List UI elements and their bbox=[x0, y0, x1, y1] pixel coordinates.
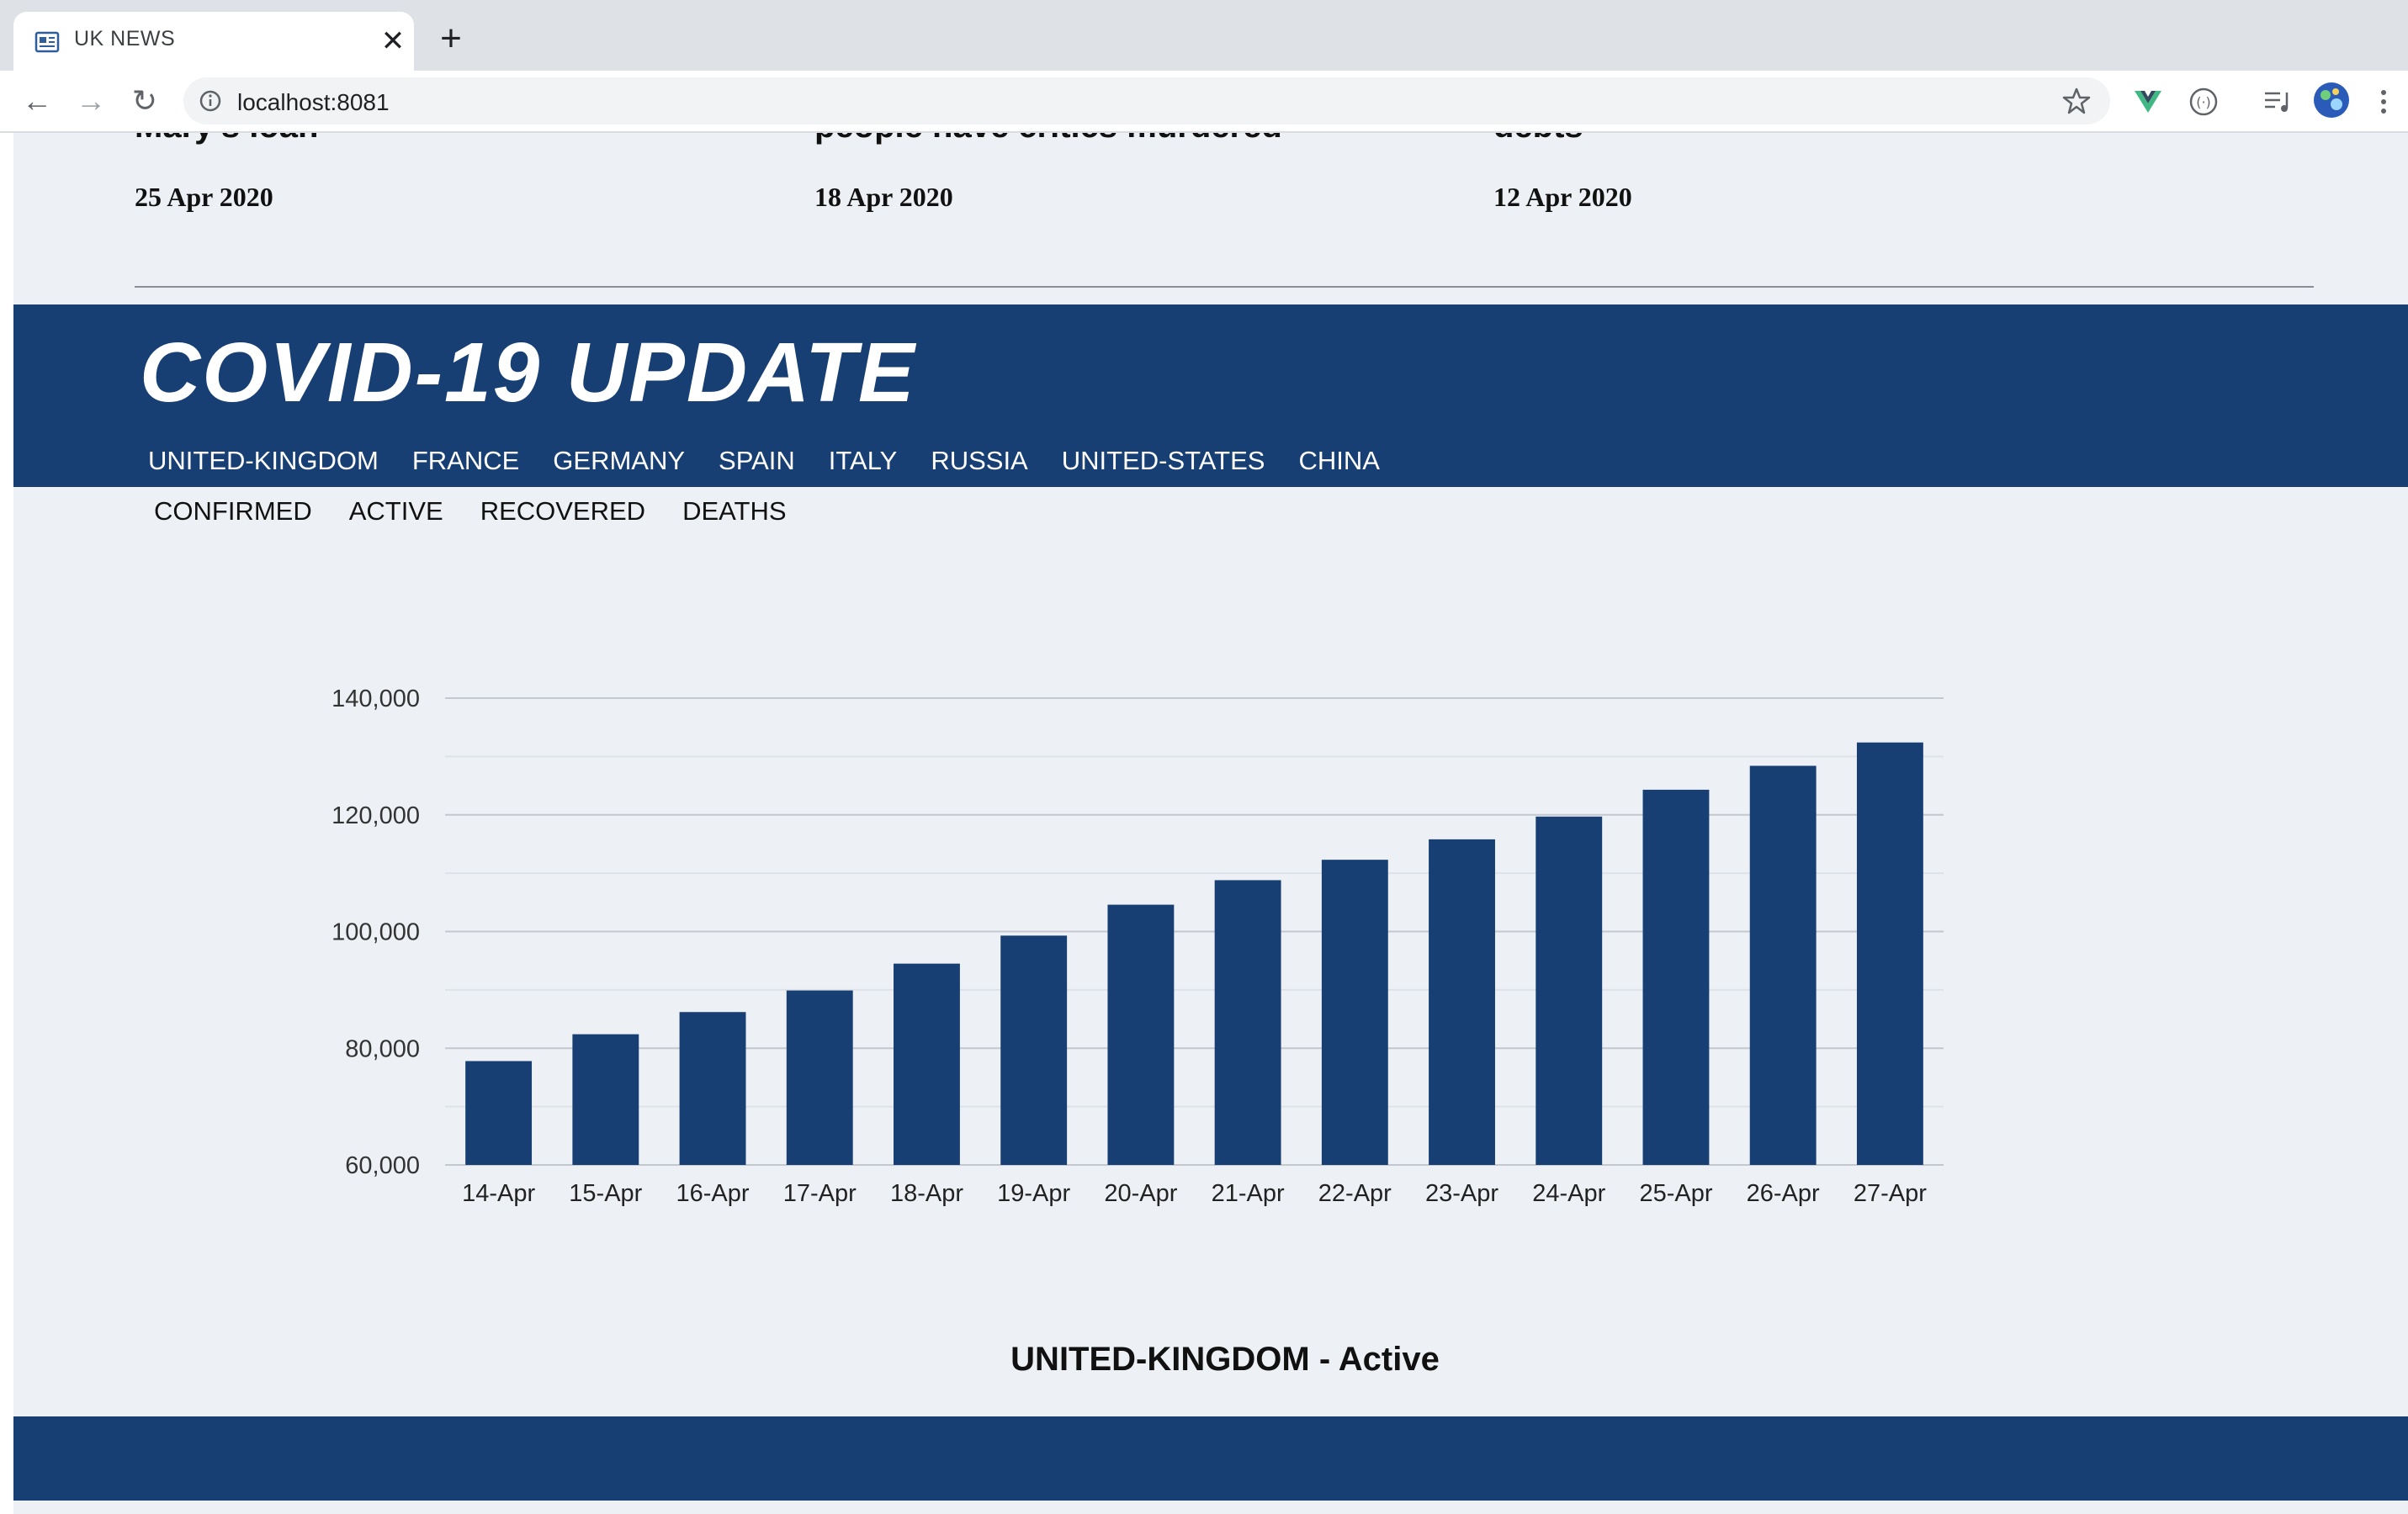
bar bbox=[1429, 839, 1495, 1165]
browser-tabstrip: UK NEWS ✕ + bbox=[0, 0, 2408, 71]
bar bbox=[465, 1061, 533, 1165]
x-tick-label: 20-Apr bbox=[1104, 1180, 1177, 1207]
bar bbox=[894, 963, 960, 1165]
browser-tab[interactable]: UK NEWS ✕ bbox=[13, 12, 414, 71]
bar bbox=[1642, 789, 1710, 1165]
x-tick-label: 25-Apr bbox=[1639, 1180, 1712, 1207]
x-tick-label: 14-Apr bbox=[462, 1180, 535, 1207]
bar bbox=[572, 1034, 639, 1165]
x-tick-label: 19-Apr bbox=[997, 1180, 1070, 1207]
forward-icon[interactable]: → bbox=[72, 82, 109, 119]
url-text[interactable]: localhost:8081 bbox=[237, 89, 390, 116]
media-controls-icon[interactable] bbox=[2262, 86, 2294, 118]
bar bbox=[1214, 880, 1281, 1165]
x-tick-label: 17-Apr bbox=[783, 1180, 857, 1207]
x-tick-label: 27-Apr bbox=[1854, 1180, 1927, 1207]
reload-icon[interactable]: ↻ bbox=[126, 82, 163, 119]
back-icon[interactable]: ← bbox=[19, 82, 56, 119]
bar bbox=[1535, 816, 1603, 1165]
y-tick-label: 100,000 bbox=[331, 919, 420, 946]
bar bbox=[1856, 742, 1923, 1165]
tab-close-icon[interactable]: ✕ bbox=[377, 25, 409, 57]
y-tick-label: 80,000 bbox=[345, 1035, 420, 1062]
newspaper-icon bbox=[34, 31, 60, 53]
x-tick-label: 22-Apr bbox=[1318, 1180, 1392, 1207]
address-bar[interactable]: localhost:8081 bbox=[183, 77, 2110, 124]
bar bbox=[786, 990, 853, 1165]
tab-title: UK NEWS bbox=[74, 27, 176, 50]
x-tick-label: 26-Apr bbox=[1747, 1180, 1820, 1207]
y-tick-label: 60,000 bbox=[345, 1152, 420, 1179]
vue-devtools-icon[interactable] bbox=[2132, 86, 2164, 118]
bar bbox=[1749, 765, 1817, 1165]
footer-bar bbox=[13, 1416, 2408, 1501]
browser-toolbar: ← → ↻ localhost:8081 (·) bbox=[0, 71, 2408, 133]
bookmark-star-icon[interactable] bbox=[2061, 86, 2092, 116]
x-tick-label: 21-Apr bbox=[1212, 1180, 1285, 1207]
bar bbox=[1107, 904, 1175, 1165]
chart-caption: UNITED-KINGDOM - Active bbox=[1010, 1341, 1440, 1378]
page-content: Mary's loan 25 Apr 2020 people have crit… bbox=[13, 133, 2408, 1514]
extension-icon[interactable]: (·) bbox=[2188, 86, 2220, 118]
x-tick-label: 16-Apr bbox=[676, 1180, 750, 1207]
info-icon[interactable] bbox=[199, 89, 222, 113]
x-tick-label: 18-Apr bbox=[890, 1180, 963, 1207]
x-tick-label: 15-Apr bbox=[569, 1180, 642, 1207]
bar bbox=[679, 1012, 746, 1165]
profile-avatar[interactable] bbox=[2312, 81, 2351, 119]
kebab-menu-icon[interactable] bbox=[2371, 86, 2396, 118]
y-tick-label: 120,000 bbox=[331, 802, 420, 829]
x-tick-label: 24-Apr bbox=[1532, 1180, 1605, 1207]
bar bbox=[1321, 860, 1388, 1165]
x-tick-label: 23-Apr bbox=[1425, 1180, 1498, 1207]
active-cases-bar-chart: 60,000 80,000 100,000 120,000 140,000 14-Apr 1… bbox=[331, 686, 1944, 1207]
svg-text:(·): (·) bbox=[2196, 94, 2211, 110]
new-tab-button[interactable]: + bbox=[434, 20, 468, 57]
y-tick-label: 140,000 bbox=[331, 686, 420, 712]
bar bbox=[1000, 935, 1068, 1165]
